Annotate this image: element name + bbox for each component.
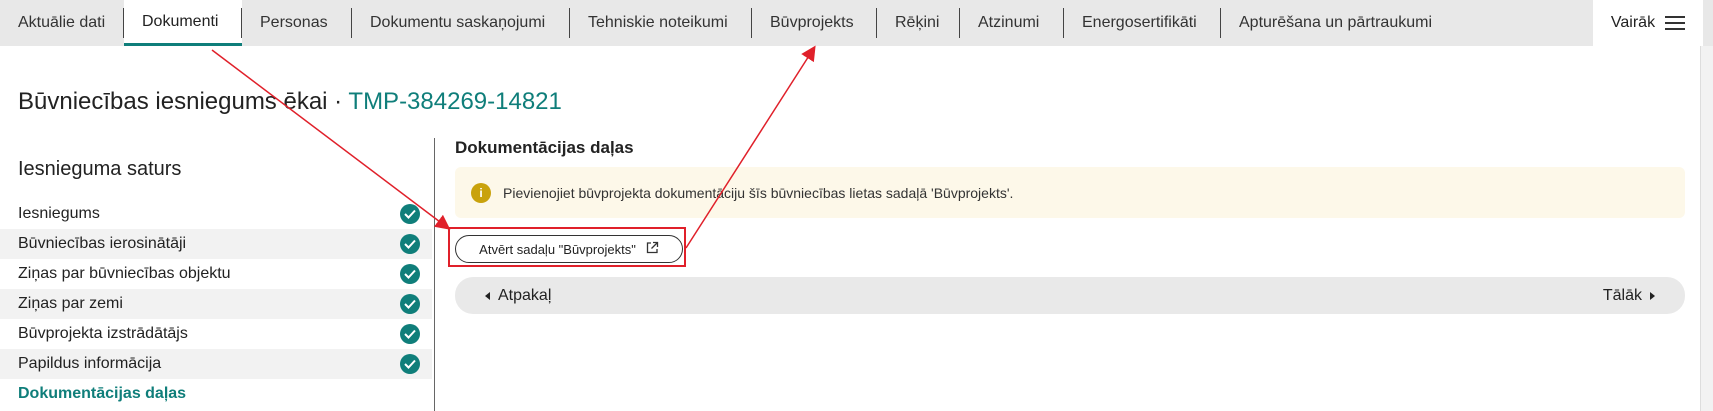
more-label: Vairāk <box>1610 14 1656 31</box>
sidebar-item-label: Papildus informācija <box>18 355 162 372</box>
top-tab-bar: Aktuālie dati Dokumenti Personas Dokumen… <box>0 0 1713 46</box>
sidebar-item-label: Iesniegums <box>18 205 100 222</box>
sidebar-item-papildus-informacija[interactable]: Papildus informācija <box>0 349 432 379</box>
sidebar-divider <box>434 138 435 411</box>
check-icon <box>400 354 420 374</box>
sidebar-item-iesniegums[interactable]: Iesniegums <box>0 199 432 229</box>
pager-bar: Atpakaļ Tālāk <box>455 277 1685 314</box>
notice-text: Pievienojiet būvprojekta dokumentāciju š… <box>503 184 1014 201</box>
sidebar-item-buvniecibas-ierosinataji[interactable]: Būvniecības ierosinātāji <box>0 229 432 259</box>
tab-atzinumi[interactable]: Atzinumi <box>960 0 1064 46</box>
sidebar-item-label: Ziņas par būvniecības objektu <box>18 265 231 282</box>
page-title: Būvniecības iesniegums ēkai · TMP-384269… <box>18 88 562 116</box>
caret-left-icon <box>485 291 490 300</box>
tab-personas[interactable]: Personas <box>242 0 352 46</box>
caret-right-icon <box>1650 291 1655 300</box>
sidebar-item-zinas-par-objektu[interactable]: Ziņas par būvniecības objektu <box>0 259 432 289</box>
tab-dokumentu-saskanojumi[interactable]: Dokumentu saskaņojumi <box>352 0 570 46</box>
tab-dokumenti[interactable]: Dokumenti <box>124 0 242 46</box>
check-icon <box>400 204 420 224</box>
page-title-text: Būvniecības iesniegums ēkai · <box>18 88 349 115</box>
scrollbar[interactable] <box>1700 46 1713 411</box>
info-notice: i Pievienojiet būvprojekta dokumentāciju… <box>455 167 1685 218</box>
tab-energosertifikati[interactable]: Energosertifikāti <box>1064 0 1221 46</box>
check-icon <box>400 324 420 344</box>
check-icon <box>400 234 420 254</box>
back-button[interactable]: Atpakaļ <box>485 287 551 305</box>
next-label: Tālāk <box>1602 286 1642 304</box>
tab-aktualie-dati[interactable]: Aktuālie dati <box>0 0 124 46</box>
info-icon: i <box>471 182 491 203</box>
sidebar-item-dokumentacijas-dalas[interactable]: Dokumentācijas daļas <box>0 379 432 409</box>
tab-tehniskie-noteikumi[interactable]: Tehniskie noteikumi <box>570 0 752 46</box>
next-button[interactable]: Tālāk <box>1603 287 1655 305</box>
open-buvprojekts-button[interactable]: Atvērt sadaļu "Būvprojekts" <box>455 235 683 263</box>
sidebar-item-label: Būvprojekta izstrādātājs <box>18 325 188 342</box>
section-title: Dokumentācijas daļas <box>455 138 634 157</box>
back-label: Atpakaļ <box>498 286 552 304</box>
tab-buvprojekts[interactable]: Būvprojekts <box>752 0 877 46</box>
tab-rekini[interactable]: Rēķini <box>877 0 960 46</box>
sidebar-item-buvprojekta-izstradatajs[interactable]: Būvprojekta izstrādātājs <box>0 319 432 349</box>
arrow-button-to-buvprojekts-tab <box>685 45 816 249</box>
more-menu-button[interactable]: Vairāk <box>1593 0 1703 46</box>
sidebar-item-zinas-par-zemi[interactable]: Ziņas par zemi <box>0 289 432 319</box>
application-id: TMP-384269-14821 <box>348 88 562 115</box>
check-icon <box>400 264 420 284</box>
check-icon <box>400 294 420 314</box>
sidebar-heading: Iesnieguma saturs <box>18 158 182 180</box>
sidebar-list: Iesniegums Būvniecības ierosinātāji Ziņa… <box>0 199 432 409</box>
external-link-icon <box>646 241 659 257</box>
sidebar-item-label: Būvniecības ierosinātāji <box>18 235 187 252</box>
sidebar-item-label: Ziņas par zemi <box>18 295 123 312</box>
open-button-label: Atvērt sadaļu "Būvprojekts" <box>479 241 636 257</box>
hamburger-icon <box>1665 16 1686 30</box>
tab-apturesana-un-partraukumi[interactable]: Apturēšana un pārtraukumi <box>1221 0 1451 46</box>
sidebar-item-label: Dokumentācijas daļas <box>18 385 187 402</box>
